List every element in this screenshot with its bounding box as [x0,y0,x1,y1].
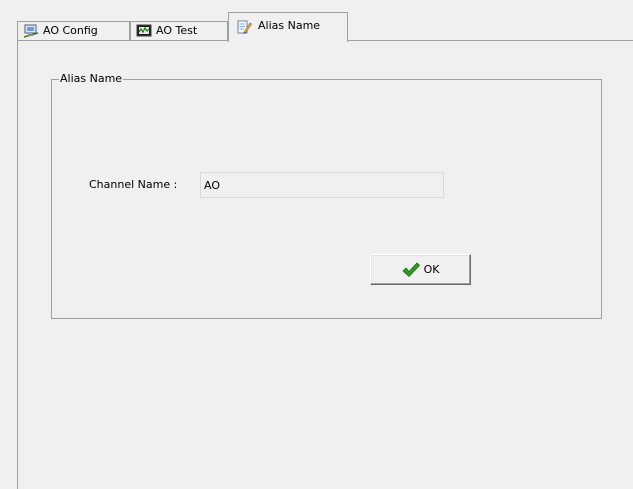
channel-name-input[interactable] [200,172,444,198]
groupbox-title: Alias Name [59,72,124,86]
checkmark-icon [401,261,420,278]
channel-name-label: Channel Name : [89,178,178,191]
tab-ao-test-label: AO Test [156,24,198,37]
alias-name-groupbox [51,79,602,319]
notepad-pencil-icon [236,19,252,35]
tab-alias-name[interactable]: Alias Name [228,12,348,42]
tab-strip: AO Config AO Test Alias Name [0,0,633,42]
waveform-monitor-icon [136,23,152,39]
ok-button-label: OK [423,263,440,276]
network-config-icon [23,23,39,39]
ok-button[interactable]: OK [370,254,471,285]
alias-name-window: AO Config AO Test Alias Name Alias Name … [0,0,633,489]
tab-ao-test[interactable]: AO Test [130,21,228,40]
tab-ao-config[interactable]: AO Config [17,21,130,40]
tab-alias-name-label: Alias Name [258,19,321,32]
tab-ao-config-label: AO Config [43,24,98,37]
